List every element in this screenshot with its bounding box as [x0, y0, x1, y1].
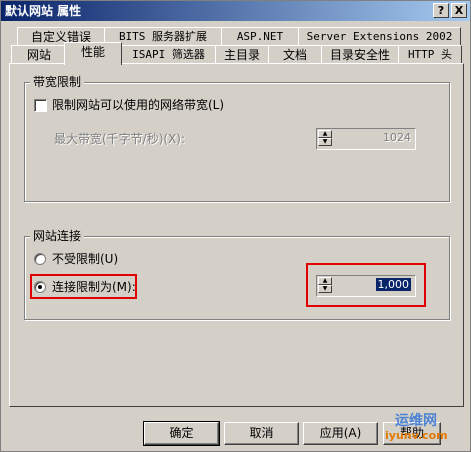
tab-isapi-filters[interactable]: ISAPI 筛选器 [121, 45, 216, 65]
unlimited-label: 不受限制(U) [52, 252, 119, 266]
bandwidth-group-title: 带宽限制 [30, 75, 85, 89]
properties-dialog: 默认网站 属性 ? X 自定义错误 BITS 服务器扩展 ASP.NET Ser… [0, 0, 471, 452]
limit-bandwidth-label: 限制网站可以使用的网络带宽(L) [52, 98, 225, 112]
tab-performance[interactable]: 性能 [64, 42, 122, 65]
limit-bandwidth-checkbox[interactable] [34, 99, 47, 112]
close-title-button[interactable]: X [451, 3, 467, 18]
tab-documents[interactable]: 文档 [268, 45, 322, 65]
tab-server-extensions[interactable]: Server Extensions 2002 [298, 27, 461, 47]
max-bandwidth-value: 1024 [383, 131, 411, 144]
tab-home-directory[interactable]: 主目录 [215, 45, 269, 65]
cancel-button[interactable]: 取消 [224, 422, 299, 445]
apply-button[interactable]: 应用(A) [303, 422, 378, 445]
ok-button[interactable]: 确定 [143, 421, 220, 446]
unlimited-radio[interactable] [34, 253, 46, 265]
tab-aspnet[interactable]: ASP.NET [221, 27, 299, 47]
watermark-url: iyunv.com [385, 429, 448, 442]
highlight-box-limited [30, 274, 137, 299]
highlight-box-limit-value [306, 263, 426, 307]
spin-up-icon[interactable]: ▲ [318, 130, 332, 138]
connections-group-title: 网站连接 [30, 229, 85, 243]
spin-down-icon[interactable]: ▼ [318, 138, 332, 146]
tab-http-headers[interactable]: HTTP 头 [398, 45, 462, 65]
max-bandwidth-spinner[interactable]: ▲ ▼ 1024 [316, 128, 416, 150]
performance-panel: 带宽限制 限制网站可以使用的网络带宽(L) 最大带宽(千字节/秒)(X): ▲ … [9, 63, 464, 407]
window-title: 默认网站 属性 [5, 4, 82, 18]
max-bandwidth-label: 最大带宽(千字节/秒)(X): [54, 132, 186, 146]
help-title-button[interactable]: ? [433, 3, 449, 18]
tab-website[interactable]: 网站 [11, 45, 67, 65]
title-bar: 默认网站 属性 ? X [1, 1, 470, 21]
watermark-text: 运维网 [395, 413, 437, 429]
tab-directory-security[interactable]: 目录安全性 [321, 45, 399, 65]
